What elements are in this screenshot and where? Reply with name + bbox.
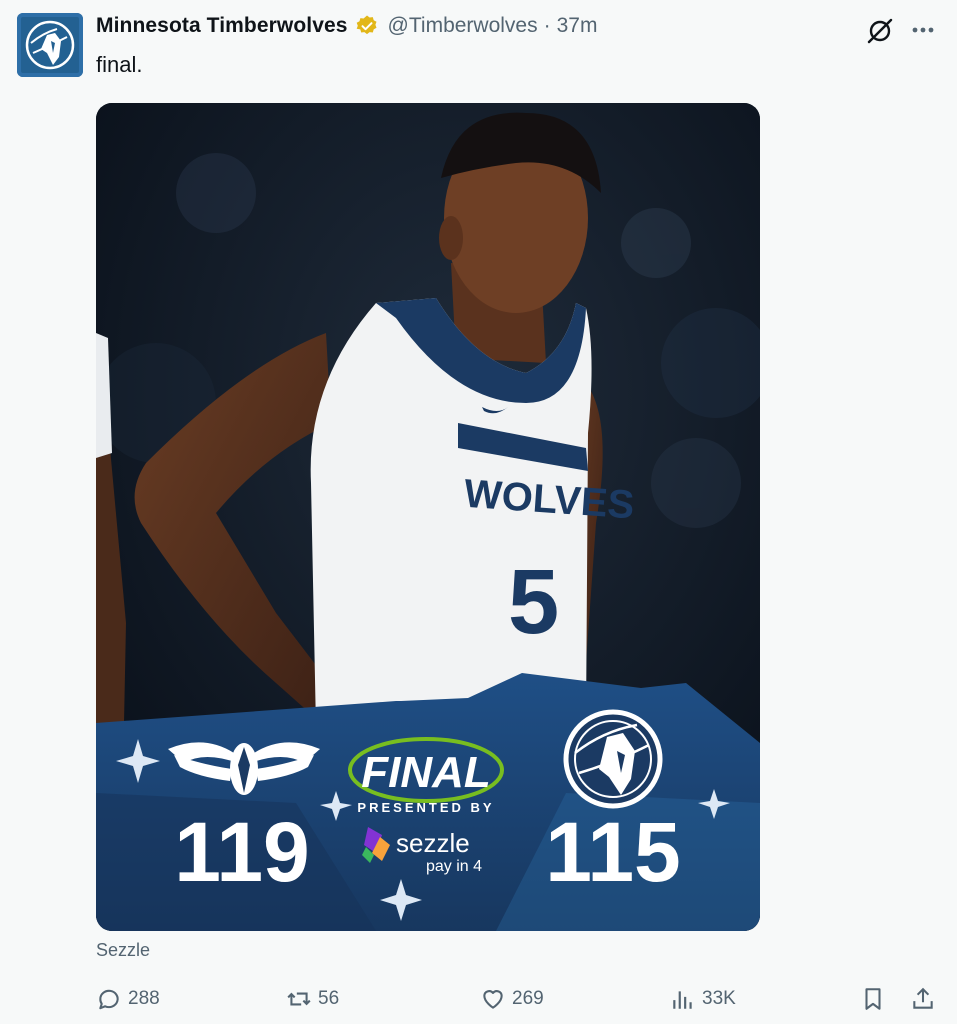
presented-by-text: PRESENTED BY <box>357 800 494 815</box>
author-name[interactable]: Minnesota Timberwolves <box>96 14 348 38</box>
views-button[interactable]: 33K <box>670 986 736 1012</box>
views-icon <box>673 991 692 1009</box>
like-icon <box>483 990 503 1009</box>
home-score: 115 <box>545 805 681 899</box>
media-source-label[interactable]: Sezzle <box>96 940 150 961</box>
grok-icon[interactable] <box>865 16 895 46</box>
post-time[interactable]: 37m <box>557 14 598 38</box>
avatar[interactable] <box>17 13 83 77</box>
repost-count: 56 <box>318 988 340 1009</box>
post-text: final. <box>96 52 143 77</box>
post-media-image[interactable]: WOLVES 5 FINAL PRESENTED BY sezzle pay i… <box>96 103 760 931</box>
more-icon[interactable] <box>908 18 938 42</box>
bookmark-button[interactable] <box>860 986 886 1012</box>
like-button[interactable]: 269 <box>480 986 544 1012</box>
away-score: 119 <box>174 805 310 899</box>
sponsor-name: sezzle <box>396 828 470 858</box>
reply-button[interactable]: 288 <box>96 986 160 1012</box>
action-bar: 288 56 269 33K <box>0 986 957 1018</box>
repost-icon <box>287 992 311 1006</box>
sponsor-tagline: pay in 4 <box>426 858 482 875</box>
final-text: FINAL <box>361 748 491 797</box>
jersey-number: 5 <box>508 551 559 653</box>
author-handle[interactable]: @Timberwolves <box>388 14 538 38</box>
like-count: 269 <box>512 988 544 1009</box>
post-header: Minnesota Timberwolves @Timberwolves · 3… <box>96 14 597 38</box>
timberwolves-logo <box>563 709 663 809</box>
separator-dot: · <box>543 14 551 37</box>
share-icon <box>913 987 933 1009</box>
repost-button[interactable]: 56 <box>286 986 339 1012</box>
final-badge: FINAL PRESENTED BY <box>348 737 504 815</box>
bookmark-icon <box>865 988 881 1010</box>
reply-count: 288 <box>128 988 160 1009</box>
verified-badge-icon <box>356 15 377 35</box>
share-button[interactable] <box>910 986 936 1012</box>
views-count: 33K <box>702 988 736 1009</box>
reply-icon <box>99 989 119 1010</box>
